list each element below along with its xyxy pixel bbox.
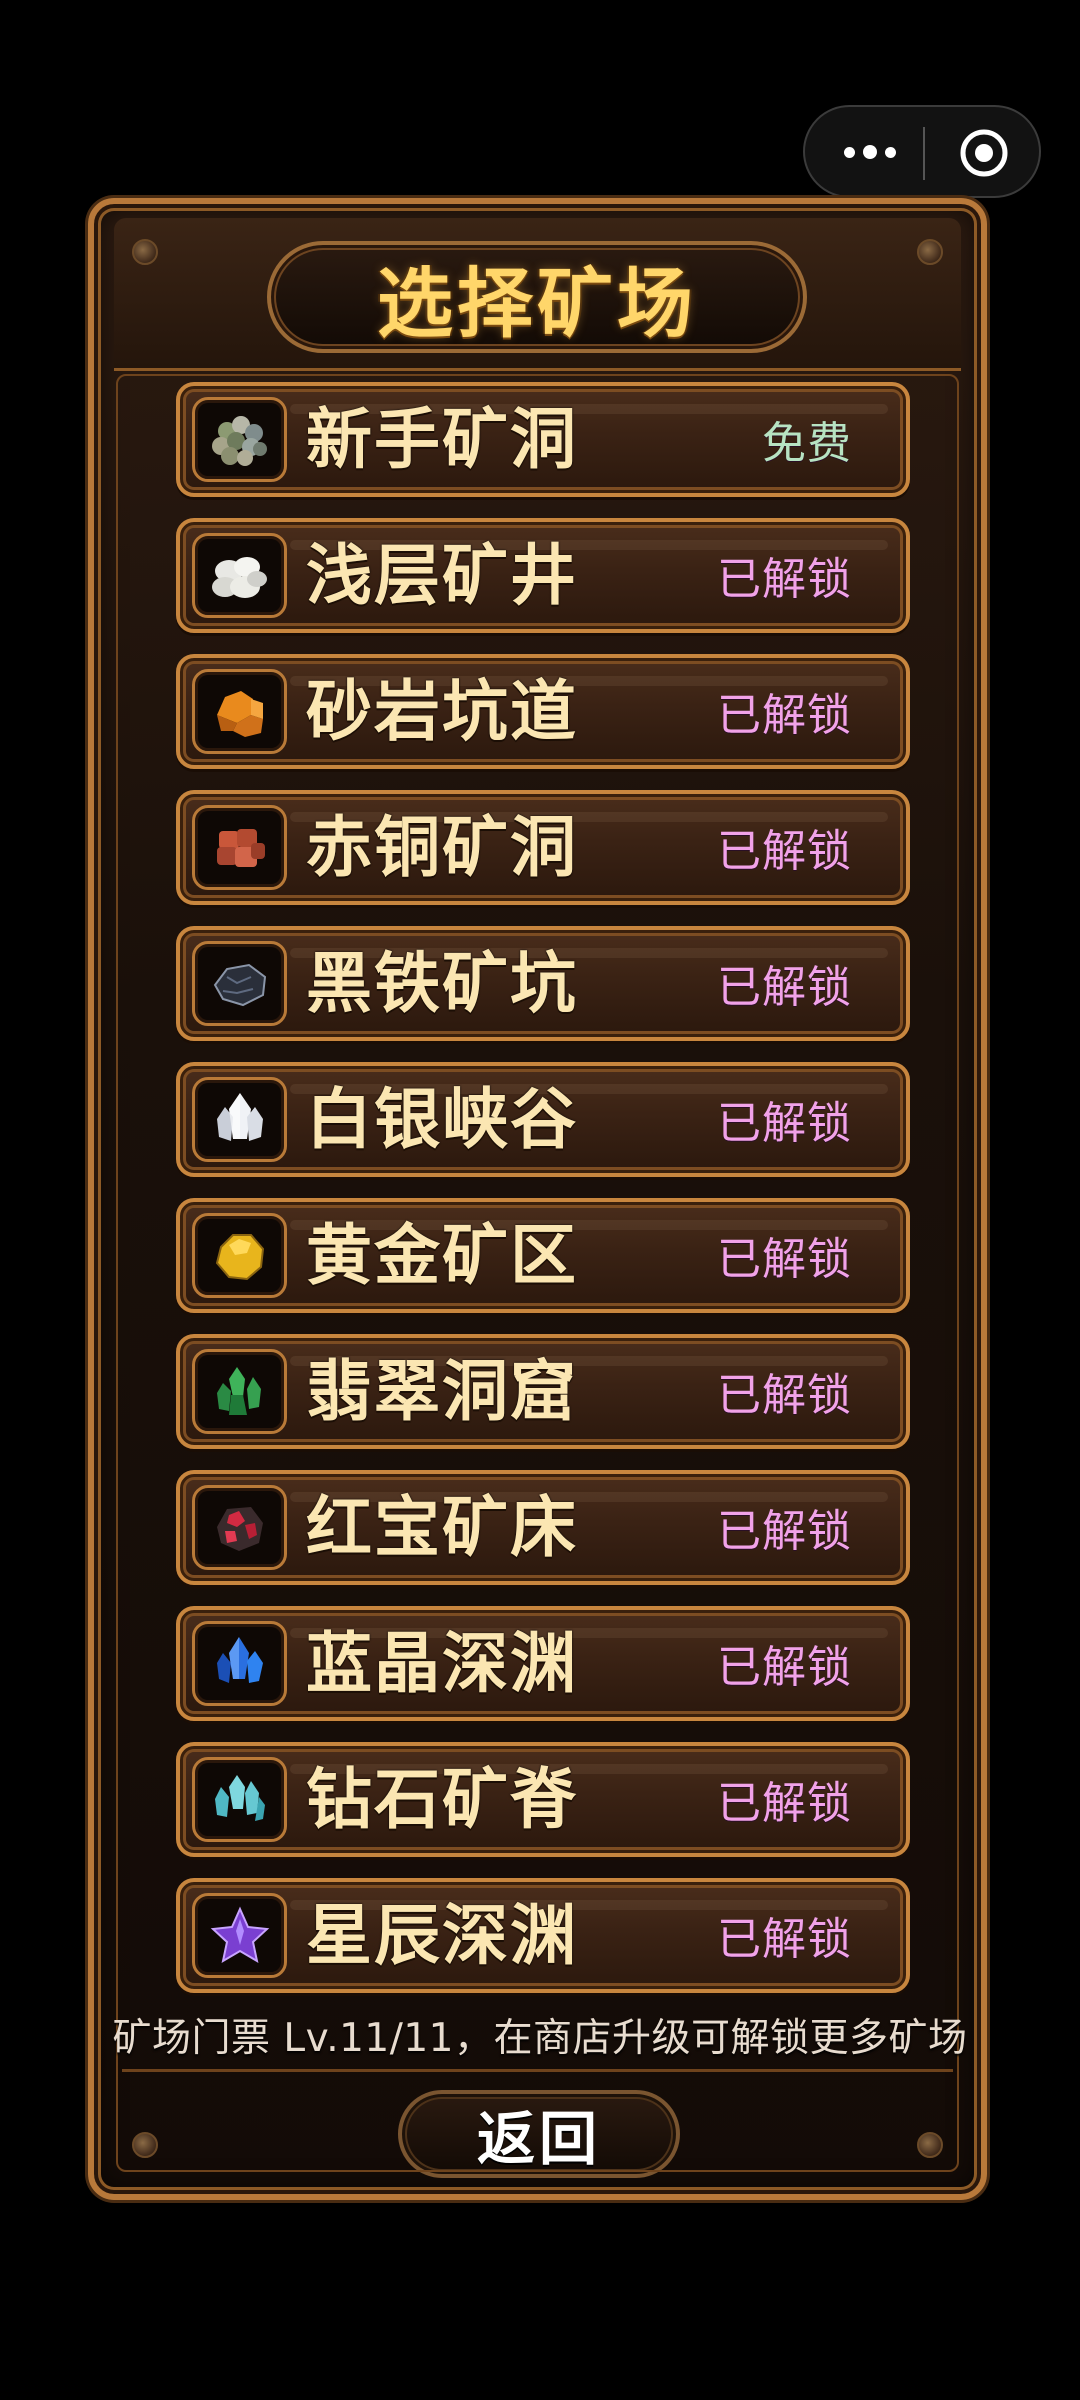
mine-row[interactable]: 新手矿洞 免费 (176, 382, 910, 497)
title-plaque: 选择矿场 (267, 241, 807, 353)
mine-icon-frame (192, 1757, 287, 1842)
mine-icon-frame (192, 1213, 287, 1298)
orange-sandstone-icon (216, 690, 263, 737)
mine-row[interactable]: 砂岩坑道 已解锁 (176, 654, 910, 769)
mine-icon-frame (192, 1893, 287, 1978)
rivet-icon (917, 239, 943, 265)
mine-row[interactable]: 钻石矿脊 已解锁 (176, 1742, 910, 1857)
mine-name: 黄金矿区 (306, 1217, 578, 1294)
mine-name: 蓝晶深渊 (306, 1625, 578, 1702)
white-stones-icon (211, 556, 267, 598)
mine-status-free: 免费 (762, 418, 852, 469)
mine-status: 已解锁 (717, 1098, 852, 1149)
mine-name: 翡翠洞窟 (306, 1353, 578, 1430)
more-options-icon[interactable] (839, 134, 901, 170)
mine-name: 砂岩坑道 (306, 673, 578, 750)
mine-icon-frame (192, 533, 287, 618)
silver-crystal-icon (216, 1092, 263, 1141)
mine-status: 已解锁 (717, 1914, 852, 1965)
mine-status: 已解锁 (717, 1234, 852, 1285)
mine-status: 已解锁 (717, 1642, 852, 1693)
mine-name: 红宝矿床 (306, 1489, 578, 1566)
emerald-crystal-icon (216, 1366, 261, 1415)
mine-icon-frame (192, 1485, 287, 1570)
mixed-pebbles-icon (211, 415, 267, 466)
mine-icon-frame (192, 1077, 287, 1162)
mine-status: 已解锁 (717, 826, 852, 877)
mine-status: 已解锁 (717, 1506, 852, 1557)
mine-status: 已解锁 (717, 962, 852, 1013)
rivet-icon (132, 239, 158, 265)
capsule-divider (923, 127, 925, 180)
mine-list: 新手矿洞 免费 浅层矿井 已解锁 砂岩坑道 已解锁 赤铜矿洞 已解锁 黑铁矿坑 … (176, 382, 914, 2014)
rivet-icon (132, 2132, 158, 2158)
mine-status: 已解锁 (717, 690, 852, 741)
mine-icon-frame (192, 397, 287, 482)
ticket-level-note: 矿场门票 Lv.11/11，在商店升级可解锁更多矿场 (112, 2016, 968, 2061)
copper-ore-icon (216, 828, 265, 867)
mine-select-panel: 选择矿场 新手矿洞 免费 浅层矿井 已解锁 砂岩坑道 已解锁 赤铜矿洞 已解锁 … (88, 198, 987, 2200)
mine-name: 赤铜矿洞 (306, 809, 578, 886)
mine-row[interactable]: 翡翠洞窟 已解锁 (176, 1334, 910, 1449)
purple-star-icon (210, 1906, 269, 1963)
gold-nugget-icon (215, 1233, 264, 1280)
mine-name: 白银峡谷 (306, 1081, 578, 1158)
mine-name: 浅层矿井 (306, 537, 578, 614)
back-button[interactable]: 返回 (398, 2090, 680, 2178)
mine-name: 钻石矿脊 (306, 1761, 578, 1838)
sapphire-crystal-icon (216, 1636, 263, 1683)
mine-row[interactable]: 白银峡谷 已解锁 (176, 1062, 910, 1177)
page-title: 选择矿场 (377, 259, 697, 348)
ruby-ore-icon (216, 1506, 263, 1551)
mine-name: 新手矿洞 (306, 401, 578, 478)
mine-status: 已解锁 (717, 1370, 852, 1421)
close-miniprogram-icon[interactable] (958, 127, 1010, 179)
mine-row[interactable]: 黑铁矿坑 已解锁 (176, 926, 910, 1041)
miniprogram-capsule (803, 105, 1041, 198)
mine-row[interactable]: 浅层矿井 已解锁 (176, 518, 910, 633)
mine-icon-frame (192, 941, 287, 1026)
mine-row[interactable]: 黄金矿区 已解锁 (176, 1198, 910, 1313)
mine-row[interactable]: 星辰深渊 已解锁 (176, 1878, 910, 1993)
mine-row[interactable]: 蓝晶深渊 已解锁 (176, 1606, 910, 1721)
mine-row[interactable]: 红宝矿床 已解锁 (176, 1470, 910, 1585)
diamond-cluster-icon (214, 1774, 265, 1821)
mine-name: 黑铁矿坑 (306, 945, 578, 1022)
mine-icon-frame (192, 669, 287, 754)
mine-status: 已解锁 (717, 554, 852, 605)
black-iron-ore-icon (213, 963, 266, 1006)
mine-name: 星辰深渊 (306, 1897, 578, 1974)
footer-divider (122, 2069, 953, 2072)
mine-icon-frame (192, 805, 287, 890)
mine-status: 已解锁 (717, 1778, 852, 1829)
mine-icon-frame (192, 1349, 287, 1434)
mine-icon-frame (192, 1621, 287, 1706)
rivet-icon (917, 2132, 943, 2158)
mine-row[interactable]: 赤铜矿洞 已解锁 (176, 790, 910, 905)
